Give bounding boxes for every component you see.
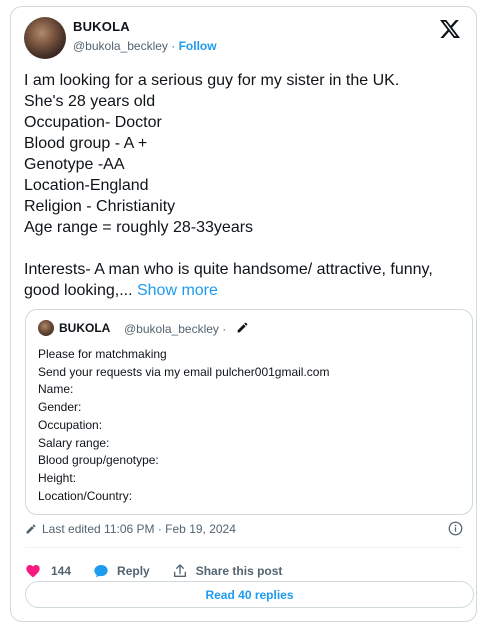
like-button[interactable]: 144 [25,563,93,579]
author-name[interactable]: BUKOLA [73,19,130,34]
handle-separator: · [167,39,179,53]
like-count: 144 [51,564,72,578]
quoted-tweet[interactable]: BUKOLA @bukola_beckley · Please for matc… [25,309,473,515]
edited-label: Last edited 11:06 PM · Feb 19, 2024 [42,522,236,536]
info-icon[interactable] [448,521,463,536]
tweet-card: BUKOLA @bukola_beckley · Follow I am loo… [10,6,477,622]
pencil-icon [26,524,36,534]
action-bar: 144 Reply Share this post [25,562,282,580]
reply-bubble-icon [94,565,108,578]
divider [25,547,462,548]
quote-avatar [38,320,54,336]
show-more-link[interactable]: Show more [137,282,218,299]
quote-author-name: BUKOLA [59,321,111,335]
reply-label: Reply [117,564,150,578]
read-replies-button[interactable]: Read 40 replies [25,581,474,608]
heart-icon [26,565,40,578]
author-handle[interactable]: @bukola_beckley [73,39,168,53]
follow-button[interactable]: Follow [179,39,217,53]
avatar[interactable] [24,17,66,59]
quote-text: Please for matchmaking Send your request… [38,347,330,503]
pencil-icon [237,322,248,333]
share-button[interactable]: Share this post [172,563,283,579]
quote-author-handle: @bukola_beckley · [124,322,227,336]
author-handle-line: @bukola_beckley · Follow [73,39,217,53]
share-icon [173,564,186,577]
reply-button[interactable]: Reply [93,563,172,579]
tweet-body: I am looking for a serious guy for my si… [24,72,433,299]
tweet-text: I am looking for a serious guy for my si… [24,70,464,301]
share-label: Share this post [195,564,283,578]
edited-timestamp[interactable]: Last edited 11:06 PM · Feb 19, 2024 [25,522,236,536]
x-logo-icon[interactable] [440,19,460,39]
